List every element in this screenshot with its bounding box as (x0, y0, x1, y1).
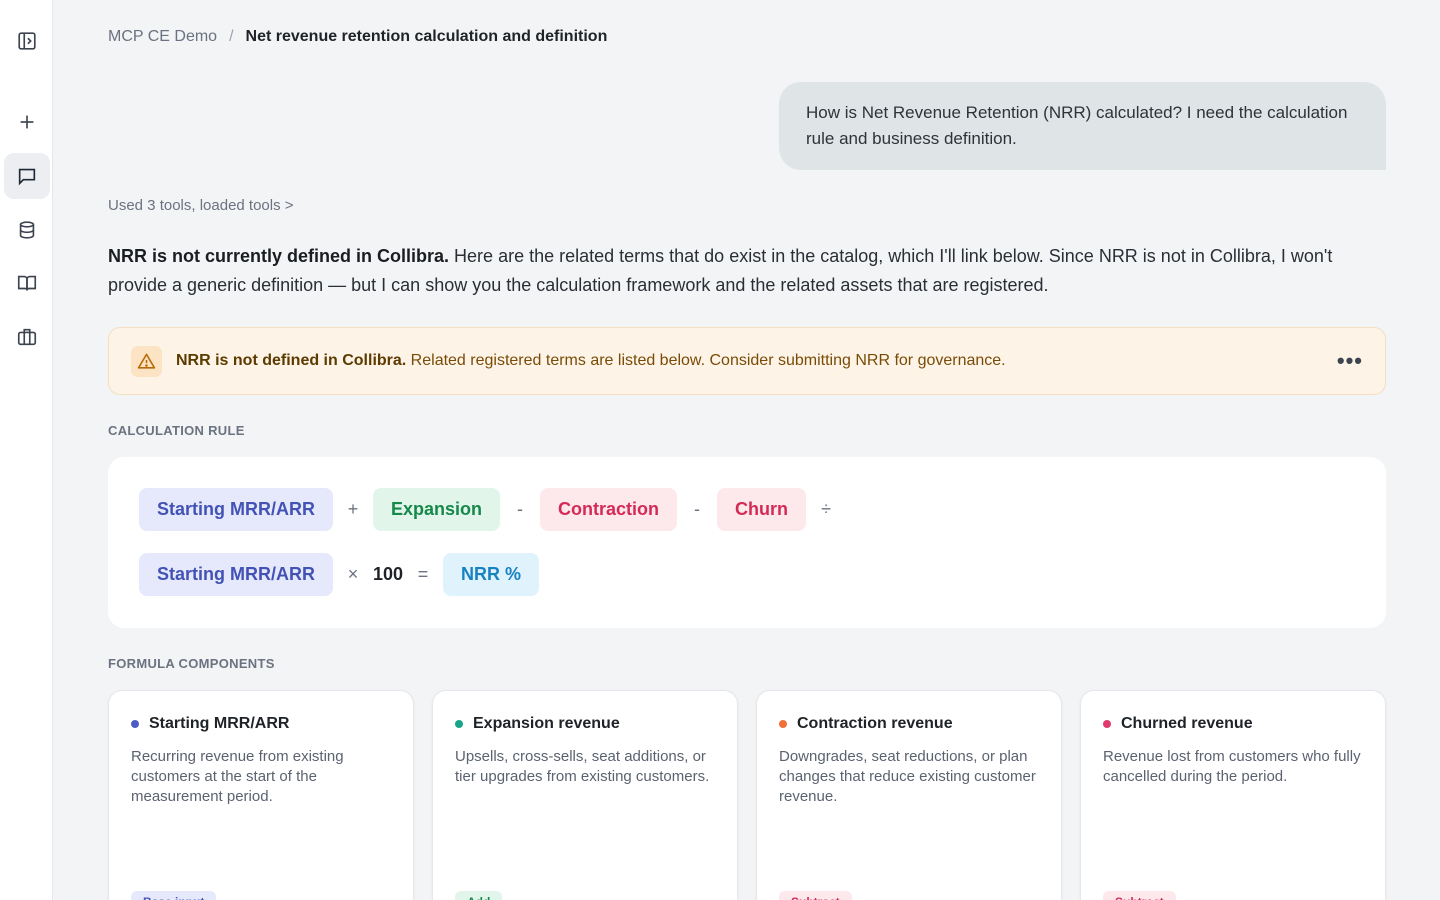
formula-operator: + (347, 499, 359, 519)
component-card[interactable]: Starting MRR/ARR Recurring revenue from e… (108, 690, 414, 900)
formula-constant: 100 (373, 564, 404, 584)
workspace-button[interactable] (4, 314, 50, 360)
alert-text: NRR is not defined in Collibra. Related … (176, 352, 1337, 370)
more-options-icon[interactable]: ••• (1337, 350, 1363, 372)
chats-button[interactable] (4, 153, 50, 199)
component-description: Upsells, cross-sells, seat additions, or… (455, 748, 710, 785)
user-message: How is Net Revenue Retention (NRR) calcu… (779, 82, 1386, 170)
status-dot-icon (1103, 720, 1111, 728)
status-dot-icon (131, 720, 139, 728)
sidebar (0, 0, 53, 900)
formula-term-chip[interactable]: Starting MRR/ARR (139, 488, 333, 531)
component-tag: Base input (131, 891, 217, 900)
calculation-rule-label: CALCULATION RULE (108, 423, 245, 438)
component-title: Starting MRR/ARR (131, 715, 391, 733)
tools-used-toggle[interactable]: Used 3 tools, loaded tools > (108, 197, 294, 214)
alert-bold: NRR is not defined in Collibra. (176, 352, 407, 369)
component-description: Downgrades, seat reductions, or plan cha… (779, 748, 1036, 805)
component-title-text: Churned revenue (1121, 715, 1253, 732)
breadcrumb-separator: / (229, 28, 234, 45)
new-chat-button[interactable] (4, 99, 50, 145)
book-icon (17, 275, 37, 291)
component-title-text: Expansion revenue (473, 715, 620, 732)
briefcase-icon (17, 328, 37, 346)
component-title-text: Contraction revenue (797, 715, 953, 732)
formula-term-chip[interactable]: Starting MRR/ARR (139, 553, 333, 596)
alert-body: Related registered terms are listed belo… (406, 352, 1006, 369)
component-description: Revenue lost from customers who fully ca… (1103, 748, 1361, 785)
formula-row-2: Starting MRR/ARR × 100 = NRR % (139, 553, 540, 596)
warning-alert: NRR is not defined in Collibra. Related … (108, 327, 1386, 395)
component-description: Recurring revenue from existing customer… (131, 748, 344, 805)
warning-icon (131, 345, 162, 377)
component-tag: Subtract (1103, 891, 1176, 900)
component-title: Expansion revenue (455, 715, 715, 733)
glossary-button[interactable] (4, 260, 50, 306)
formula-operator: - (517, 499, 524, 519)
component-card[interactable]: Churned revenue Revenue lost from custome… (1080, 690, 1386, 900)
status-dot-icon (455, 720, 463, 728)
breadcrumb-current: Net revenue retention calculation and de… (245, 28, 608, 45)
data-button[interactable] (4, 207, 50, 253)
breadcrumb: MCP CE Demo / Net revenue retention calc… (108, 28, 607, 46)
plus-icon (20, 115, 34, 129)
component-tag: Add (455, 891, 503, 900)
formula-term-chip[interactable]: Contraction (540, 488, 678, 531)
panel-toggle-icon[interactable] (4, 18, 50, 64)
component-tag: Subtract (779, 891, 852, 900)
component-title: Contraction revenue (779, 715, 1039, 733)
chat-main: MCP CE Demo / Net revenue retention calc… (53, 0, 1440, 900)
component-card[interactable]: Expansion revenue Upsells, cross-sells, s… (432, 690, 738, 900)
calculation-rule-card: Starting MRR/ARR + Expansion - Contraction - C… (108, 457, 1386, 628)
formula-operator: - (694, 499, 701, 519)
status-dot-icon (779, 720, 787, 728)
answer-bold: NRR is not currently defined in Collibra… (108, 246, 450, 266)
formula-row-1: Starting MRR/ARR + Expansion - Contraction - C… (139, 488, 846, 531)
chat-icon (18, 168, 36, 186)
formula-term-chip[interactable]: Churn (717, 488, 807, 531)
formula-term-chip[interactable]: Expansion (373, 488, 501, 531)
database-icon (19, 221, 35, 239)
component-title: Churned revenue (1103, 715, 1363, 733)
component-title-text: Starting MRR/ARR (149, 715, 290, 732)
formula-operator: = (417, 564, 429, 584)
formula-term-chip[interactable]: NRR % (443, 553, 540, 596)
assistant-answer: NRR is not currently defined in Collibra… (108, 242, 1368, 300)
formula-operator: × (347, 564, 359, 584)
formula-components-label: FORMULA COMPONENTS (108, 656, 275, 671)
component-card[interactable]: Contraction revenue Downgrades, seat redu… (756, 690, 1062, 900)
breadcrumb-root[interactable]: MCP CE Demo (108, 28, 217, 46)
formula-operator: ÷ (821, 499, 831, 519)
